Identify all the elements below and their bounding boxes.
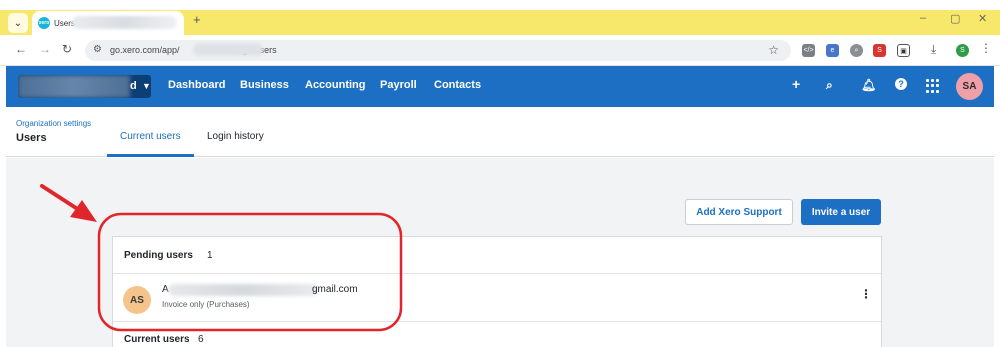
add-xero-support-button[interactable]: Add Xero Support bbox=[685, 199, 793, 225]
minimize-button[interactable]: – bbox=[920, 12, 926, 24]
xero-favicon-icon: xero bbox=[38, 17, 50, 29]
apps-grid-icon[interactable] bbox=[926, 79, 940, 93]
download-icon[interactable]: ⤓ bbox=[931, 42, 936, 57]
tab-title-redaction bbox=[72, 16, 177, 29]
address-bar[interactable]: ⚙ go.xero.com/app/ettings/users ☆ bbox=[85, 40, 791, 61]
pending-user-row[interactable]: AS A gmail.com Invoice only (Purchases) … bbox=[113, 274, 881, 322]
breadcrumb[interactable]: Organization settings bbox=[16, 119, 91, 128]
nav-payroll[interactable]: Payroll bbox=[380, 79, 417, 91]
email-redaction bbox=[168, 284, 318, 296]
puzzle-extensions-icon[interactable]: ▣ bbox=[897, 44, 910, 57]
caret-down-icon: ▼ bbox=[142, 81, 151, 91]
current-users-title: Current users bbox=[124, 334, 190, 345]
browser-toolbar: ← → ↻ ⚙ go.xero.com/app/ettings/users ☆ … bbox=[0, 35, 1000, 66]
xero-top-nav: d ▼ Dashboard Business Accounting Payrol… bbox=[6, 66, 994, 107]
reload-icon[interactable]: ↻ bbox=[62, 42, 72, 56]
add-icon[interactable]: + bbox=[792, 76, 800, 92]
pending-users-title: Pending users bbox=[124, 250, 193, 261]
page-title: Users bbox=[16, 132, 47, 144]
zoom-extension-icon[interactable]: ⌕ bbox=[850, 44, 863, 57]
main-content: Add Xero Support Invite a user Pending u… bbox=[6, 158, 994, 347]
forward-arrow-icon[interactable]: → bbox=[39, 42, 51, 56]
page-subheader: Organization settings Users Current user… bbox=[6, 107, 994, 157]
notifications-bell-icon[interactable]: 🔔︎ bbox=[861, 78, 876, 92]
org-name-redaction bbox=[18, 75, 130, 98]
maximize-button[interactable]: ▢ bbox=[950, 12, 960, 25]
new-tab-button[interactable]: + bbox=[193, 12, 201, 27]
browser-menu-icon[interactable]: ⋮ bbox=[980, 41, 992, 55]
nav-contacts[interactable]: Contacts bbox=[434, 79, 481, 91]
site-info-icon[interactable]: ⚙ bbox=[93, 44, 102, 55]
nav-accounting[interactable]: Accounting bbox=[305, 79, 366, 91]
back-arrow-icon[interactable]: ← bbox=[15, 42, 27, 56]
active-tab-indicator bbox=[107, 154, 194, 157]
help-icon[interactable]: ? bbox=[895, 78, 907, 90]
pending-user-avatar: AS bbox=[123, 286, 151, 314]
nav-business[interactable]: Business bbox=[240, 79, 289, 91]
pending-users-header: Pending users 1 bbox=[113, 237, 881, 274]
user-avatar[interactable]: SA bbox=[956, 73, 983, 100]
close-window-button[interactable]: ✕ bbox=[978, 12, 987, 25]
pending-users-count: 1 bbox=[207, 250, 213, 261]
bookmark-star-icon[interactable]: ☆ bbox=[768, 43, 779, 57]
current-users-header: Current users 6 bbox=[113, 322, 881, 347]
profile-avatar-icon[interactable]: S bbox=[956, 44, 969, 57]
browser-tab[interactable]: xero Users bbox=[32, 11, 184, 35]
current-users-count: 6 bbox=[198, 334, 204, 345]
invite-user-button[interactable]: Invite a user bbox=[801, 199, 881, 225]
pending-user-email: gmail.com bbox=[312, 284, 358, 295]
extension-icon[interactable]: e bbox=[826, 44, 839, 57]
organization-switcher[interactable]: d ▼ bbox=[18, 75, 151, 98]
tab-current-users[interactable]: Current users bbox=[120, 131, 181, 142]
nav-dashboard[interactable]: Dashboard bbox=[168, 79, 225, 91]
url-redaction bbox=[193, 43, 263, 56]
tab-login-history[interactable]: Login history bbox=[207, 131, 264, 142]
s-extension-icon[interactable]: S bbox=[873, 44, 886, 57]
search-icon[interactable]: ⌕ bbox=[826, 78, 833, 93]
users-card: Pending users 1 AS A gmail.com Invoice o… bbox=[112, 236, 882, 347]
tab-search-button[interactable]: ⌄ bbox=[8, 13, 28, 33]
browser-tab-strip: ⌄ xero Users + – ▢ ✕ bbox=[0, 10, 1000, 35]
pending-user-role: Invoice only (Purchases) bbox=[162, 300, 250, 309]
org-name-fragment: d bbox=[130, 80, 137, 92]
more-options-icon[interactable]: ⋮ bbox=[860, 287, 872, 301]
dev-extension-icon[interactable]: </> bbox=[802, 44, 815, 57]
